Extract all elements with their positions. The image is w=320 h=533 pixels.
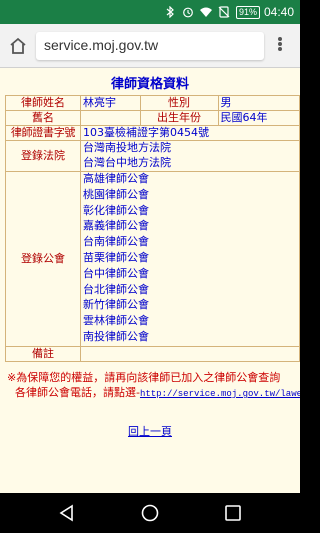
bar-label: 登錄公會 [5, 171, 81, 347]
qualification-table: 律師姓名 林亮宇 性別 男 舊名 出生年份 民國64年 律師證書字號 103臺檢… [5, 95, 300, 362]
notice-link[interactable]: http://service.moj.gov.tw/lawer/notice.h… [140, 389, 300, 399]
battery-level: 91% [238, 7, 257, 17]
bar-item: 台中律師公會 [83, 266, 149, 280]
remarks-value [80, 345, 300, 362]
bar-item: 苗栗律師公會 [83, 250, 149, 264]
court-item: 台灣台中地方法院 [83, 156, 171, 169]
court-label: 登錄法院 [5, 140, 81, 172]
court-item: 台灣南投地方法院 [83, 141, 171, 154]
name-value: 林亮宇 [80, 95, 141, 111]
table-row: 律師證書字號 103臺檢補證字第0454號 [5, 125, 300, 141]
gender-value: 男 [217, 95, 300, 111]
home-circle-icon[interactable] [140, 503, 160, 523]
cert-value: 103臺檢補證字第0454號 [80, 125, 300, 141]
court-list: 台灣南投地方法院 台灣台中地方法院 [80, 140, 300, 172]
bar-item: 桃園律師公會 [83, 187, 149, 201]
former-name-label: 舊名 [5, 110, 81, 126]
bar-item: 台北律師公會 [83, 282, 149, 296]
table-row: 備註 [5, 345, 300, 362]
wifi-icon [199, 7, 212, 17]
table-row: 登錄法院 台灣南投地方法院 台灣台中地方法院 [5, 140, 300, 172]
bar-item: 嘉義律師公會 [83, 219, 149, 233]
bar-list: 高雄律師公會 桃園律師公會 彰化律師公會 嘉義律師公會 台南律師公會 苗栗律師公… [80, 171, 300, 347]
recents-icon[interactable] [223, 503, 243, 523]
home-icon[interactable] [8, 36, 28, 56]
back-link[interactable]: 回上一頁 [0, 423, 300, 439]
notice-prefix: 各律師公會電話，請點選- [15, 386, 140, 399]
notice-line-2: 各律師公會電話，請點選-http://service.moj.gov.tw/la… [7, 385, 300, 402]
page-content: 律師資格資料 律師姓名 林亮宇 性別 男 舊名 出生年份 民國64年 律師證書字… [0, 68, 300, 493]
table-row: 登錄公會 高雄律師公會 桃園律師公會 彰化律師公會 嘉義律師公會 台南律師公會 … [5, 171, 300, 347]
former-name-value [80, 110, 141, 126]
page-title: 律師資格資料 [110, 77, 189, 92]
notice: ※為保障您的權益，請再向該律師已加入之律師公會查詢 各律師公會電話，請點選-ht… [7, 370, 300, 402]
battery-icon: 91% [235, 5, 260, 19]
menu-icon[interactable] [270, 36, 290, 56]
table-row: 舊名 出生年份 民國64年 [5, 110, 300, 126]
alarm-icon [183, 7, 193, 18]
bar-item: 新竹律師公會 [83, 298, 149, 312]
birth-year-label: 出生年份 [139, 110, 219, 126]
status-icons: 91% [164, 5, 260, 19]
system-nav-bar [0, 493, 300, 533]
bar-item: 雲林律師公會 [83, 314, 149, 328]
no-sim-icon [218, 6, 230, 18]
cert-label: 律師證書字號 [5, 125, 81, 141]
bar-item: 高雄律師公會 [83, 172, 149, 185]
remarks-label: 備註 [5, 345, 81, 362]
birth-year-value: 民國64年 [217, 110, 300, 126]
bar-item: 南投律師公會 [83, 329, 149, 343]
bar-item: 彰化律師公會 [83, 203, 149, 217]
bluetooth-icon [166, 6, 174, 18]
browser-toolbar: service.moj.gov.tw [0, 24, 300, 68]
name-label: 律師姓名 [5, 95, 81, 111]
url-bar[interactable]: service.moj.gov.tw [36, 32, 264, 60]
table-row: 律師姓名 林亮宇 性別 男 [5, 95, 300, 111]
status-time: 04:40 [263, 5, 294, 19]
notice-line-1: ※為保障您的權益，請再向該律師已加入之律師公會查詢 [7, 371, 281, 384]
status-bar: 91% 04:40 [0, 0, 300, 24]
back-icon[interactable] [57, 503, 77, 523]
gender-label: 性別 [139, 95, 219, 111]
bar-item: 台南律師公會 [83, 235, 149, 249]
